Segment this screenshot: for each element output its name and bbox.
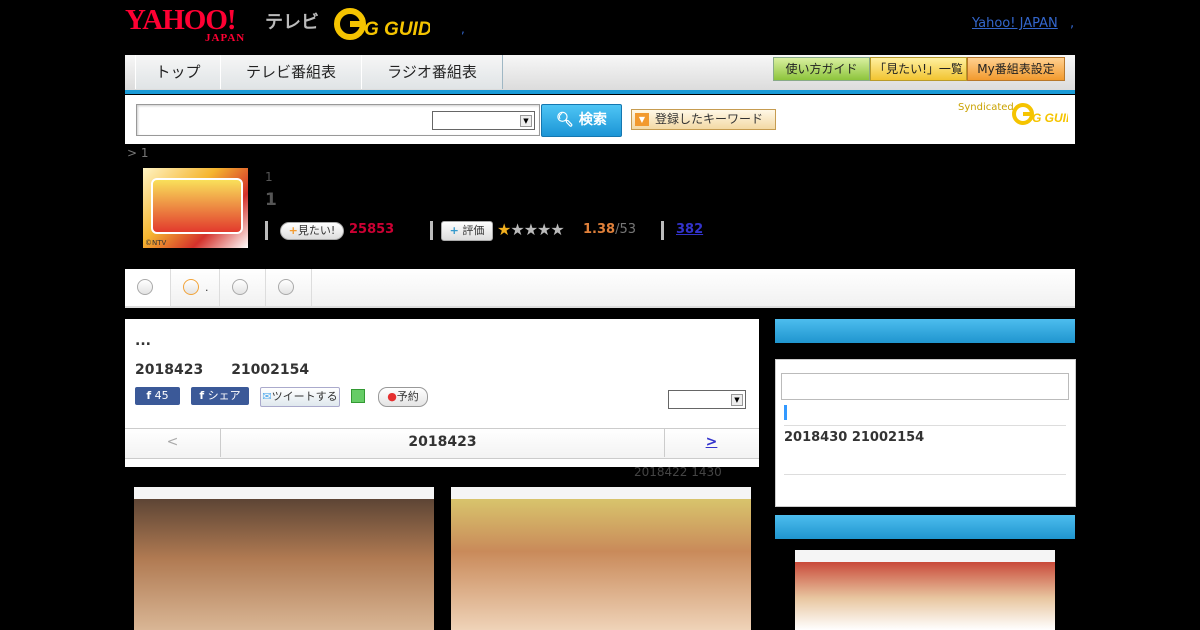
episode-airdate: 2018423 21002154 bbox=[135, 362, 310, 378]
program-thumbnail: ©NTV bbox=[143, 168, 248, 248]
arrow-down-icon: ▼ bbox=[635, 113, 649, 126]
tab-top[interactable]: トップ bbox=[135, 55, 221, 89]
content-tabs: . bbox=[125, 269, 1075, 308]
rate-label: 評価 bbox=[462, 224, 485, 237]
svg-text:G GUIDE: G GUIDE bbox=[364, 19, 430, 40]
plus-icon: + bbox=[288, 224, 298, 237]
gguide-logo[interactable]: G GUIDE bbox=[334, 8, 446, 40]
twitter-icon: ✉︎ bbox=[262, 390, 272, 403]
tab-radio-guide-label: ラジオ番組表 bbox=[387, 63, 477, 81]
next-episode-link[interactable]: > bbox=[664, 428, 759, 457]
syndicated-label: Syndicated bbox=[958, 102, 1014, 113]
related-photo[interactable] bbox=[795, 550, 1055, 630]
svg-text:G GUIDE: G GUIDE bbox=[1032, 111, 1068, 125]
chevron-down-icon bbox=[137, 279, 153, 295]
review-count-link[interactable]: 382 bbox=[676, 222, 703, 237]
yahoo-logo-sub: JAPAN bbox=[205, 32, 246, 44]
syndicated-text: Syndicated bbox=[958, 102, 1014, 113]
tab-cast[interactable] bbox=[266, 269, 312, 306]
tab-info[interactable] bbox=[220, 269, 266, 306]
tab-tv-guide-label: テレビ番組表 bbox=[245, 63, 336, 81]
program-title: 1 bbox=[265, 190, 277, 210]
facebook-share-label: シェア bbox=[207, 389, 241, 402]
registered-keywords-button[interactable]: ▼ 登録したキーワード bbox=[631, 109, 776, 130]
star-empty-icon: ★ bbox=[510, 220, 524, 239]
facebook-share-button[interactable]: f シェア bbox=[191, 387, 249, 405]
program-logo-image bbox=[151, 178, 243, 234]
yahoo-japan-link[interactable]: Yahoo! JAPAN bbox=[972, 16, 1058, 31]
mitai-button[interactable]: +見たい! bbox=[280, 222, 344, 240]
reserve-button[interactable]: ●予約 bbox=[378, 387, 428, 407]
facebook-like-count: 45 bbox=[154, 389, 169, 402]
syndicated-gguide-logo: G GUIDE bbox=[1012, 102, 1084, 126]
plus-icon: + bbox=[449, 224, 459, 237]
play-icon bbox=[232, 279, 248, 295]
yahoo-japan-logo[interactable]: YAHOO! JAPAN bbox=[125, 6, 246, 44]
episode-photo[interactable] bbox=[134, 487, 434, 630]
tab-top-label: トップ bbox=[155, 63, 201, 81]
updated-timestamp: 2018422 1430 bbox=[634, 465, 722, 479]
facebook-like-button[interactable]: f 45 bbox=[135, 387, 180, 405]
prev-episode-link[interactable]: < bbox=[125, 428, 220, 457]
episode-select[interactable]: ▼ bbox=[668, 390, 746, 409]
mitai-label: 見たい! bbox=[297, 224, 336, 237]
tv-label[interactable]: テレビ bbox=[265, 8, 319, 34]
chevron-down-icon: ▼ bbox=[520, 115, 532, 127]
my-guide-settings-button[interactable]: My番組表設定 bbox=[967, 57, 1065, 81]
breadcrumb[interactable]: > 1 bbox=[127, 146, 149, 160]
star-empty-icon: ★ bbox=[537, 220, 551, 239]
usage-guide-button[interactable]: 使い方ガイド bbox=[773, 57, 870, 81]
registered-keywords-label: 登録したキーワード bbox=[655, 112, 764, 126]
rate-button[interactable]: + 評価 bbox=[441, 221, 493, 241]
search-button-label: 検索 bbox=[578, 112, 607, 128]
chevron-down-icon: ▼ bbox=[731, 394, 743, 406]
tab-episode[interactable] bbox=[125, 269, 171, 306]
record-icon: ● bbox=[387, 390, 397, 403]
divider bbox=[661, 221, 664, 240]
right-panel-header bbox=[775, 319, 1075, 343]
search-button[interactable]: 🔍︎ 検索 bbox=[541, 104, 622, 137]
divider bbox=[430, 221, 433, 240]
bookmark-icon[interactable] bbox=[350, 387, 366, 405]
rating-stars: ★★★★★ bbox=[497, 220, 565, 239]
next-broadcast-date: 2018430 21002154 bbox=[784, 430, 925, 445]
section-marker bbox=[784, 405, 787, 420]
current-episode-date: 2018423 bbox=[220, 428, 665, 457]
main-nav: トップ テレビ番組表 ラジオ番組表 使い方ガイド 「見たい!」一覧 My番組表設… bbox=[125, 55, 1075, 94]
facebook-icon: f bbox=[146, 389, 152, 402]
facebook-icon: f bbox=[199, 389, 205, 402]
divider bbox=[784, 425, 1066, 426]
header-dot-right: , bbox=[1070, 16, 1075, 31]
thumbnail-credit: ©NTV bbox=[145, 239, 167, 247]
tab-radio-guide[interactable]: ラジオ番組表 bbox=[361, 55, 503, 89]
tab-video[interactable]: . bbox=[171, 269, 220, 306]
play-icon bbox=[183, 279, 199, 295]
tab-tv-guide[interactable]: テレビ番組表 bbox=[220, 55, 362, 89]
episode-photo[interactable] bbox=[451, 487, 751, 630]
tab-video-label: . bbox=[205, 281, 209, 294]
play-icon bbox=[278, 279, 294, 295]
rating-total: /53 bbox=[615, 222, 636, 237]
search-category-select[interactable]: ▼ bbox=[432, 111, 535, 130]
star-empty-icon: ★ bbox=[523, 220, 538, 239]
right-panel-header-2 bbox=[775, 515, 1075, 539]
episode-title: ... bbox=[135, 333, 151, 349]
divider bbox=[265, 221, 268, 240]
star-empty-icon: ★ bbox=[550, 220, 564, 239]
star-filled-icon: ★ bbox=[497, 220, 511, 239]
divider bbox=[784, 474, 1066, 475]
rating-score: 1.38/53 bbox=[583, 222, 636, 237]
mitai-count: 25853 bbox=[349, 222, 395, 237]
tweet-label: ツイートする bbox=[271, 390, 338, 403]
mitai-list-button[interactable]: 「見たい!」一覧 bbox=[870, 57, 967, 81]
right-panel-input[interactable] bbox=[781, 373, 1069, 400]
program-subtitle: 1 bbox=[265, 170, 273, 184]
tweet-button[interactable]: ✉︎ツイートする bbox=[260, 387, 340, 407]
rating-value: 1.38 bbox=[583, 222, 616, 237]
search-icon: 🔍︎ bbox=[556, 112, 574, 128]
reserve-label: 予約 bbox=[396, 390, 419, 403]
bookmark-plus-icon bbox=[351, 389, 365, 403]
header-dot: , bbox=[461, 22, 465, 36]
